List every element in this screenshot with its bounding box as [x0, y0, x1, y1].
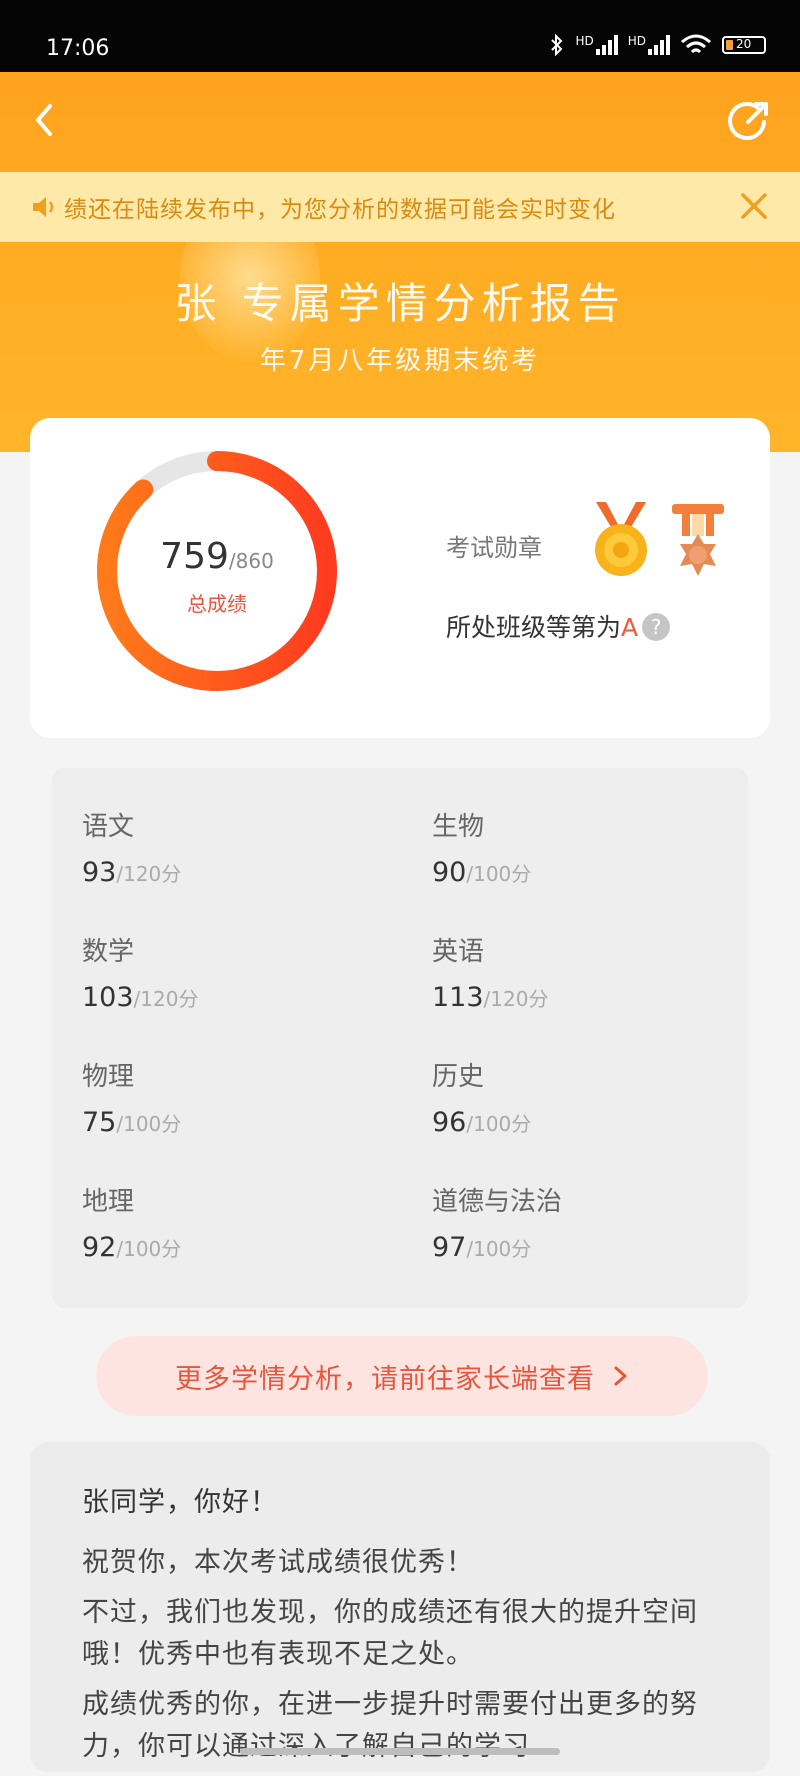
subject-score-max: /100分 — [466, 862, 532, 886]
subject-score: 96/100分 — [432, 1107, 531, 1138]
subject-score-value: 103 — [82, 982, 134, 1013]
gold-medal-icon[interactable] — [588, 500, 654, 580]
bluetooth-icon — [551, 34, 563, 56]
subject-name: 历史 — [432, 1062, 485, 1092]
subject-score: 92/100分 — [82, 1232, 181, 1263]
subject-item-math: 数学 103/120分 — [82, 931, 198, 1013]
help-icon[interactable]: ? — [642, 613, 671, 641]
subject-score: 103/120分 — [82, 982, 198, 1013]
bronze-medal-icon[interactable] — [666, 500, 730, 584]
medal-label: 考试勋章 — [446, 534, 542, 562]
wifi-icon — [681, 34, 711, 54]
subject-score-value: 90 — [432, 857, 467, 888]
subject-name: 数学 — [82, 937, 135, 967]
message-greeting: 张同学，你好！ — [82, 1487, 278, 1518]
status-icons: HD HD 20 — [549, 34, 766, 56]
subject-item-chinese: 语文 93/120分 — [82, 806, 181, 888]
message-line: 不过，我们也发现，你的成绩还有很大的提升空间哦！优秀中也有表现不足之处。 — [82, 1597, 698, 1670]
report-header: 绩还在陆续发布中，为您分析的数据可能会实时变化 张 专属学情分析报告 年7月八年… — [0, 72, 800, 452]
share-icon[interactable] — [728, 100, 770, 142]
subject-score-max: /120分 — [483, 987, 549, 1011]
subject-score: 90/100分 — [432, 857, 531, 888]
close-icon[interactable] — [738, 190, 770, 222]
message-line: 成绩优秀的你，在进一步提升时需要付出更多的努力，你可以通过深入了解自己的学习 — [82, 1689, 698, 1762]
subject-score-max: /100分 — [466, 1112, 532, 1136]
subject-score-value: 93 — [82, 857, 117, 888]
subject-item-physics: 物理 75/100分 — [82, 1056, 181, 1138]
network-type-label: HD — [627, 34, 646, 48]
subject-score-value: 75 — [82, 1107, 117, 1138]
subject-item-ethics-law: 道德与法治 97/100分 — [432, 1181, 562, 1263]
battery-icon: 20 — [722, 36, 766, 54]
subject-score-max: /120分 — [116, 862, 182, 886]
subject-item-biology: 生物 90/100分 — [432, 806, 531, 888]
subject-score-value: 97 — [432, 1232, 467, 1263]
total-score-value: 759 — [160, 536, 229, 577]
class-rank-grade: A — [621, 613, 639, 642]
notice-text: 绩还在陆续发布中，为您分析的数据可能会实时变化 — [64, 197, 616, 223]
subject-score-max: /100分 — [116, 1237, 182, 1261]
more-analysis-label: 更多学情分析，请前往家长端查看 — [175, 1363, 595, 1395]
score-card: 759/860 总成绩 考试勋章 所处班级等第为A? — [30, 418, 770, 738]
back-icon[interactable] — [26, 100, 66, 140]
subject-score-value: 96 — [432, 1107, 467, 1138]
subject-score: 97/100分 — [432, 1232, 562, 1263]
subject-item-geography: 地理 92/100分 — [82, 1181, 181, 1263]
more-analysis-button[interactable]: 更多学情分析，请前往家长端查看 — [96, 1336, 708, 1416]
total-score-max: /860 — [228, 549, 274, 573]
class-rank: 所处班级等第为A? — [446, 608, 671, 644]
subject-name: 生物 — [432, 812, 485, 842]
subject-name: 英语 — [432, 937, 485, 967]
status-bar: 17:06 HD HD 20 — [0, 0, 800, 72]
subject-score: 113/120分 — [432, 982, 548, 1013]
page-title: 张 专属学情分析报告 — [174, 279, 626, 328]
cell-signal-1: HD — [575, 34, 618, 55]
message-body: 祝贺你，本次考试成绩很优秀！ 不过，我们也发现，你的成绩还有很大的提升空间哦！优… — [82, 1542, 732, 1776]
chevron-right-icon — [614, 1366, 627, 1386]
network-type-label: HD — [575, 34, 594, 48]
home-indicator[interactable] — [240, 1748, 560, 1755]
message-line: 祝贺你，本次考试成绩很优秀！ — [82, 1547, 474, 1578]
signal-bars-icon — [648, 35, 670, 55]
speaker-icon — [33, 197, 54, 217]
total-score-label: 总成绩 — [187, 592, 247, 616]
cell-signal-2: HD — [628, 35, 670, 55]
battery-percent: 20 — [736, 37, 752, 51]
subject-score-value: 92 — [82, 1232, 117, 1263]
total-score: 759/860 — [92, 536, 342, 577]
subject-scores: 语文 93/120分 生物 90/100分 数学 103/120分 英语 113… — [52, 768, 748, 1308]
subject-score: 93/120分 — [82, 857, 181, 888]
subject-score-max: /100分 — [466, 1237, 532, 1261]
class-rank-label: 所处班级等第为 — [446, 613, 622, 642]
exam-subtitle: 年7月八年级期末统考 — [259, 346, 541, 376]
feedback-message-card: 张同学，你好！ 祝贺你，本次考试成绩很优秀！ 不过，我们也发现，你的成绩还有很大… — [30, 1442, 770, 1772]
subject-item-history: 历史 96/100分 — [432, 1056, 531, 1138]
subject-score-max: /100分 — [116, 1112, 182, 1136]
subject-name: 道德与法治 — [432, 1187, 563, 1217]
subject-name: 语文 — [82, 812, 135, 842]
subject-score: 75/100分 — [82, 1107, 181, 1138]
subject-score-value: 113 — [432, 982, 484, 1013]
signal-bars-icon — [595, 35, 618, 55]
notice-banner: 绩还在陆续发布中，为您分析的数据可能会实时变化 — [0, 172, 800, 242]
subject-name: 地理 — [82, 1187, 135, 1217]
status-time: 17:06 — [46, 36, 110, 61]
subject-score-max: /120分 — [133, 987, 199, 1011]
subject-name: 物理 — [82, 1062, 135, 1092]
subject-item-english: 英语 113/120分 — [432, 931, 548, 1013]
battery-level — [726, 40, 733, 50]
